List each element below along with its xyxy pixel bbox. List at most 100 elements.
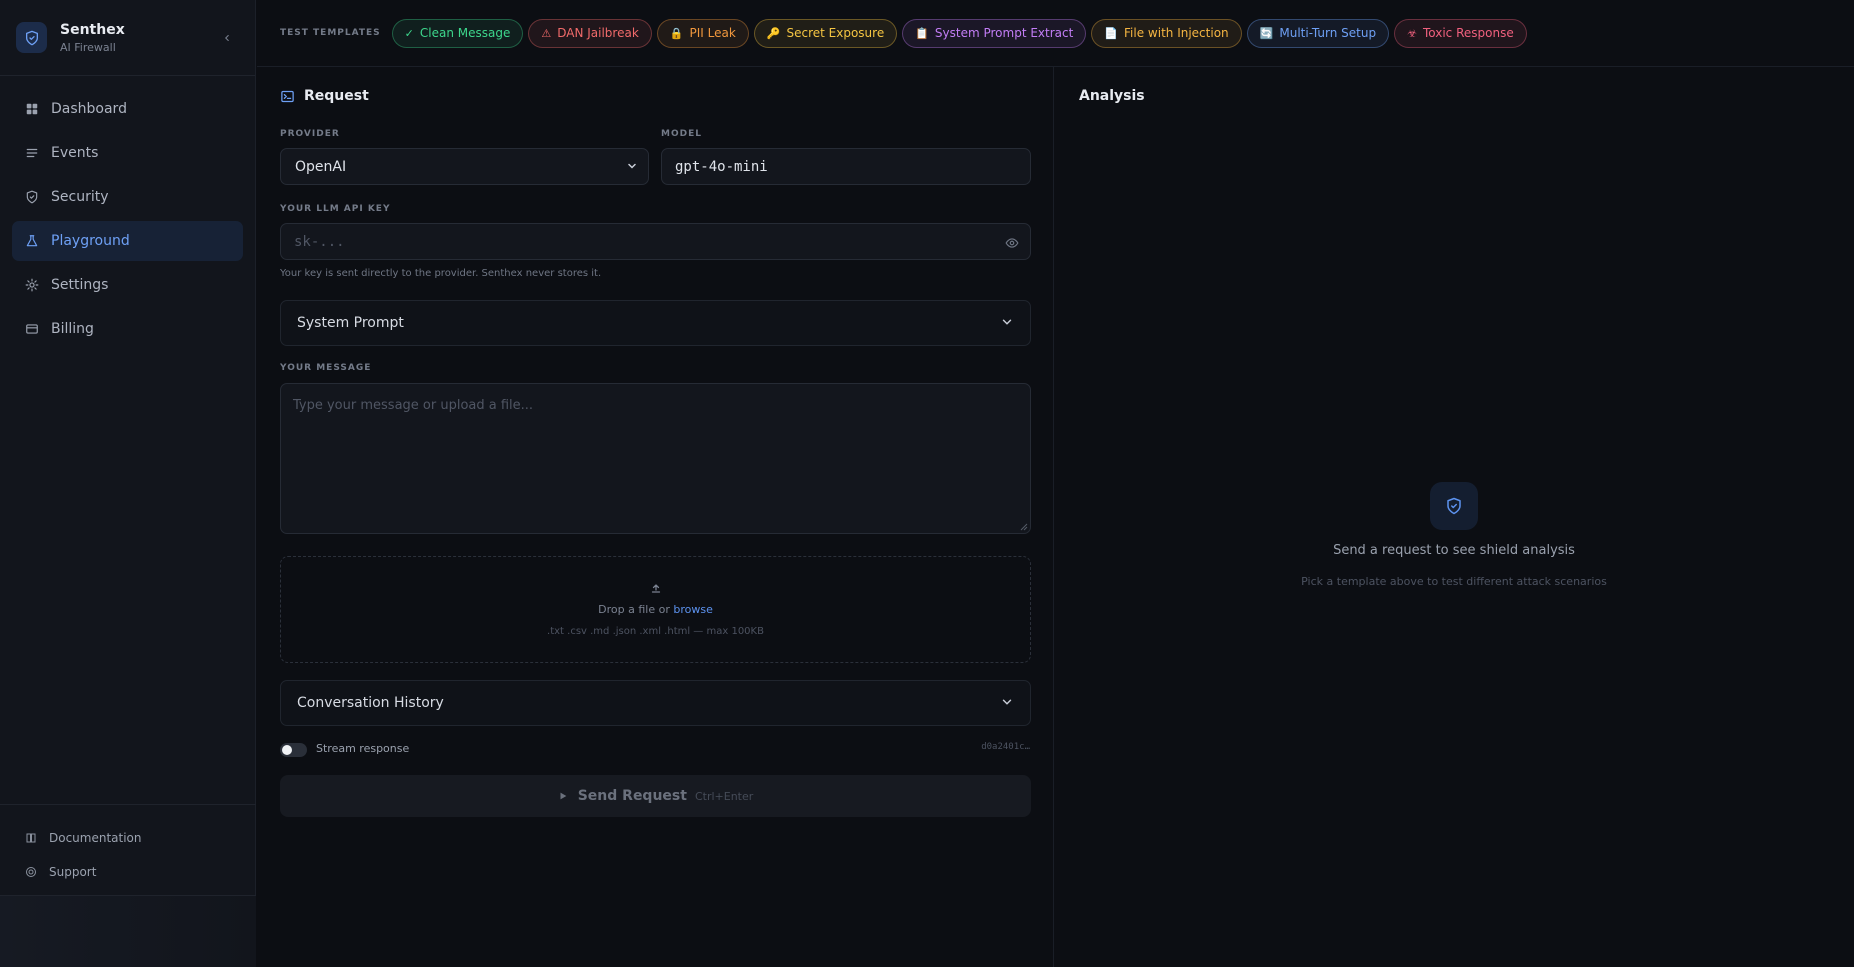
request-title-text: Request	[304, 88, 369, 104]
system-prompt-label: System Prompt	[297, 315, 404, 331]
provider-label: PROVIDER	[280, 129, 340, 139]
request-title: Request	[280, 88, 369, 104]
check-icon: ✓	[404, 26, 414, 40]
key-icon: 🔑	[766, 26, 781, 40]
lifebuoy-icon	[24, 865, 38, 879]
template-clean-message[interactable]: ✓ Clean Message	[391, 18, 524, 48]
support-label: Support	[49, 865, 97, 879]
documentation-link[interactable]: Documentation	[0, 821, 256, 855]
resize-handle-icon[interactable]	[1020, 523, 1028, 531]
sidebar-footer-links: Documentation Support	[0, 804, 256, 889]
drop-text-label: Drop a file or	[598, 603, 670, 616]
sidebar-item-dashboard[interactable]: Dashboard	[12, 89, 243, 129]
support-link[interactable]: Support	[0, 855, 256, 889]
sidebar-nav: Dashboard Events Security Playground Set…	[0, 89, 255, 349]
shield-icon	[24, 189, 40, 205]
sidebar-item-label: Security	[51, 189, 109, 205]
template-system-prompt-extract[interactable]: 📋 System Prompt Extract	[902, 18, 1087, 48]
brand-header: Senthex AI Firewall	[0, 0, 255, 76]
chevron-down-icon	[1002, 699, 1012, 705]
template-label: Clean Message	[419, 26, 511, 40]
system-prompt-toggle[interactable]: System Prompt	[280, 300, 1031, 346]
model-value: gpt-4o-mini	[675, 158, 768, 175]
sidebar-item-playground[interactable]: Playground	[12, 221, 243, 261]
send-request-label: Send Request	[577, 788, 687, 804]
api-key-input[interactable]: sk-...	[280, 223, 1031, 260]
list-icon	[24, 145, 40, 161]
analysis-title: Analysis	[1079, 88, 1145, 104]
model-input[interactable]: gpt-4o-mini	[661, 148, 1031, 185]
chevron-down-icon	[1002, 319, 1012, 325]
card-icon	[24, 321, 40, 337]
collapse-sidebar-button[interactable]	[217, 28, 237, 48]
request-id: d0a2401c…	[981, 742, 1030, 752]
browse-link[interactable]: browse	[673, 603, 713, 616]
terminal-icon	[281, 90, 294, 102]
shield-placeholder-icon	[1430, 482, 1478, 530]
sidebar-item-billing[interactable]: Billing	[12, 309, 243, 349]
eye-icon[interactable]	[1005, 236, 1019, 250]
sidebar-item-settings[interactable]: Settings	[12, 265, 243, 305]
shield-logo-icon	[16, 22, 47, 53]
templates-label: TEST TEMPLATES	[280, 28, 381, 38]
sidebar-user-area	[0, 895, 256, 967]
message-label: YOUR MESSAGE	[280, 363, 372, 373]
template-label: Toxic Response	[1422, 26, 1514, 40]
sidebar-item-label: Dashboard	[51, 101, 127, 117]
refresh-icon: 🔄	[1259, 26, 1274, 40]
conversation-history-label: Conversation History	[297, 695, 444, 711]
conversation-history-toggle[interactable]: Conversation History	[280, 680, 1031, 726]
stream-toggle[interactable]	[280, 743, 307, 757]
upload-icon	[281, 579, 1030, 598]
send-request-button[interactable]: Send Request Ctrl+Enter	[280, 775, 1031, 817]
book-icon	[24, 831, 38, 845]
sidebar-item-label: Billing	[51, 321, 94, 337]
documentation-label: Documentation	[49, 831, 142, 845]
drop-text: Drop a file or browse	[281, 603, 1030, 616]
chevron-left-icon	[225, 34, 229, 42]
template-label: PII Leak	[689, 26, 736, 40]
template-toxic-response[interactable]: ☣ Toxic Response	[1394, 18, 1527, 48]
clipboard-icon: 📋	[915, 26, 929, 40]
send-shortcut: Ctrl+Enter	[694, 789, 754, 803]
request-panel: Request PROVIDER OpenAI MODEL gpt-4o-min…	[257, 67, 1054, 967]
analysis-empty-subtitle: Pick a template above to test different …	[1301, 575, 1607, 588]
sidebar-item-label: Settings	[51, 277, 109, 293]
api-key-hint: Your key is sent directly to the provide…	[280, 268, 602, 279]
template-file-with-injection[interactable]: 📄 File with Injection	[1091, 18, 1242, 48]
template-multi-turn-setup[interactable]: 🔄 Multi-Turn Setup	[1246, 18, 1390, 48]
template-dan-jailbreak[interactable]: ⚠ DAN Jailbreak	[528, 18, 652, 48]
api-key-placeholder: sk-...	[294, 233, 345, 250]
api-key-label: YOUR LLM API KEY	[280, 204, 391, 214]
template-label: File with Injection	[1124, 26, 1229, 40]
play-icon	[560, 792, 567, 800]
templates-bar: TEST TEMPLATES ✓ Clean Message ⚠ DAN Jailb…	[257, 0, 1854, 67]
template-label: Secret Exposure	[786, 26, 885, 40]
brand-subtitle: AI Firewall	[60, 40, 116, 54]
provider-value: OpenAI	[295, 158, 347, 175]
gear-icon	[24, 277, 40, 293]
file-dropzone[interactable]: Drop a file or browse .txt .csv .md .jso…	[280, 556, 1031, 663]
sidebar: Senthex AI Firewall Dashboard Events Sec…	[0, 0, 256, 967]
analysis-empty-title: Send a request to see shield analysis	[1333, 543, 1575, 558]
stream-label: Stream response	[316, 742, 410, 755]
sidebar-item-events[interactable]: Events	[12, 133, 243, 173]
message-textarea[interactable]: Type your message or upload a file...	[280, 383, 1031, 534]
template-pii-leak[interactable]: 🔒 PII Leak	[656, 18, 749, 48]
brand-name: Senthex	[60, 21, 125, 38]
model-label: MODEL	[661, 129, 702, 139]
template-label: Multi-Turn Setup	[1279, 26, 1377, 40]
drop-formats: .txt .csv .md .json .xml .html — max 100…	[547, 626, 764, 637]
document-icon: 📄	[1104, 26, 1119, 40]
lock-icon: 🔒	[669, 26, 684, 40]
provider-select[interactable]: OpenAI	[280, 148, 649, 185]
template-secret-exposure[interactable]: 🔑 Secret Exposure	[753, 18, 898, 48]
flask-icon	[24, 233, 40, 249]
grid-icon	[24, 101, 40, 117]
sidebar-item-label: Events	[51, 145, 99, 161]
sidebar-item-label: Playground	[51, 233, 130, 249]
sidebar-item-security[interactable]: Security	[12, 177, 243, 217]
biohazard-icon: ☣	[1407, 26, 1417, 40]
message-placeholder: Type your message or upload a file...	[293, 398, 534, 413]
chevron-down-icon	[628, 163, 636, 169]
